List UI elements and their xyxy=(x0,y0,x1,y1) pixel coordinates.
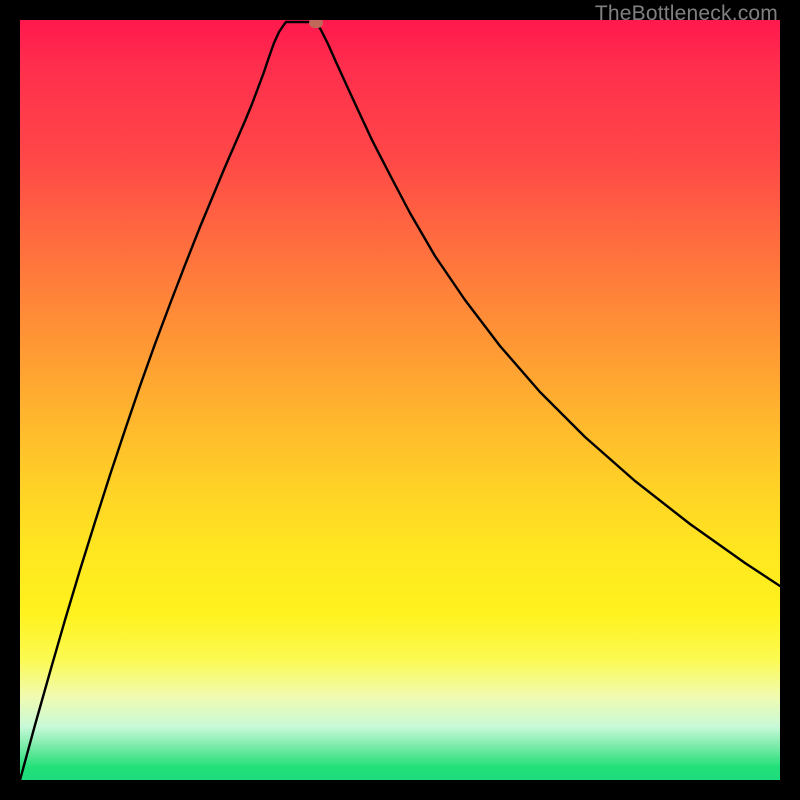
bottleneck-curve xyxy=(20,22,780,780)
chart-frame xyxy=(20,20,780,780)
chart-curve-svg xyxy=(20,20,780,780)
optimal-point-marker xyxy=(309,20,323,28)
